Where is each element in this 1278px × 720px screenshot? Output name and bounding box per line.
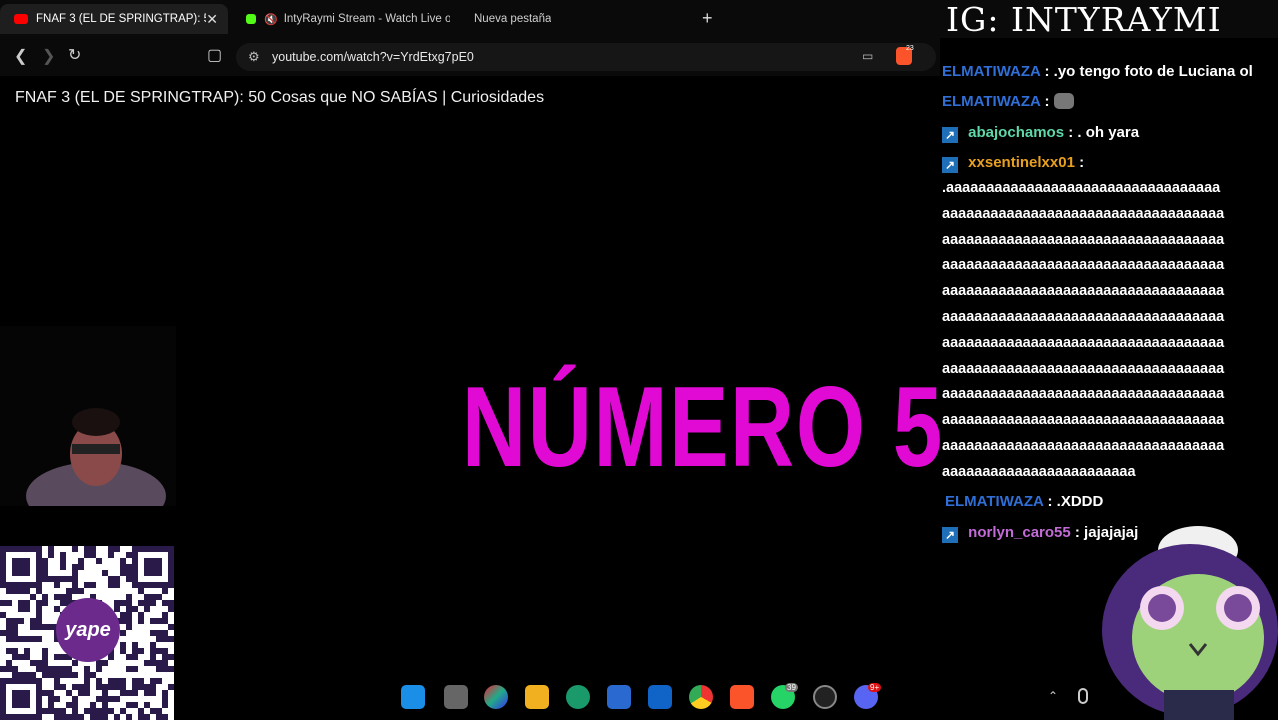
chat-text: : .yo tengo foto de Luciana ol	[1044, 63, 1253, 80]
task-view-icon[interactable]	[444, 685, 468, 709]
new-tab-icon[interactable]: +	[702, 8, 713, 29]
shield-count: 23	[906, 45, 914, 52]
chat-text: :	[1079, 154, 1085, 171]
discord-badge: 9+	[868, 683, 882, 692]
video-title: FNAF 3 (EL DE SPRINGTRAP): 50 Cosas que …	[15, 89, 545, 106]
obs-icon[interactable]	[813, 685, 837, 709]
chat-spam-line: aaaaaaaaaaaaaaaaaaaaaaaaaaaaaaaaaaa	[942, 360, 1225, 377]
video-overlay-text: NÚMERO 5	[462, 364, 944, 491]
tray-chevron-icon[interactable]: ⌃	[1048, 689, 1058, 703]
tab-label: FNAF 3 (EL DE SPRINGTRAP): 50	[36, 13, 207, 25]
youtube-icon	[14, 14, 28, 24]
kick-icon	[246, 14, 256, 24]
chat-username: ELMATIWAZA	[942, 93, 1041, 110]
whatsapp-badge: 39	[785, 683, 798, 692]
microphone-icon[interactable]	[1078, 688, 1088, 704]
tab-kick-stream[interactable]: 🔇 IntyRaymi Stream - Watch Live or	[232, 4, 450, 34]
webcam-feed	[0, 326, 176, 530]
chat-spam-line: aaaaaaaaaaaaaaaaaaaaaaaaaaaaaaaaaaa	[942, 386, 1225, 403]
reload-icon[interactable]: ↻	[68, 45, 81, 65]
chat-text: : . oh yara	[1068, 124, 1140, 141]
store-icon[interactable]	[607, 685, 631, 709]
url-text: youtube.com/watch?v=YrdEtxg7pE0	[272, 50, 474, 64]
site-settings-icon[interactable]: ⚙	[248, 49, 260, 65]
chat-spam-line: aaaaaaaaaaaaaaaaaaaaaaaaaaaaaaaaaaa	[942, 231, 1225, 248]
tab-new[interactable]: Nueva pestaña	[462, 4, 682, 34]
sub-badge-icon: ↗	[942, 127, 958, 143]
chat-spam-line: aaaaaaaaaaaaaaaaaaaaaaaaaaaaaaaaaaa	[942, 257, 1225, 274]
sub-badge-icon: ↗	[942, 157, 958, 173]
chat-spam-line: aaaaaaaaaaaaaaaaaaaaaaaaaaaaaaaaaaa	[942, 205, 1225, 222]
outlook-icon[interactable]	[648, 685, 672, 709]
sub-badge-icon: ↗	[942, 527, 958, 543]
chat-emote-icon	[1053, 93, 1074, 109]
chat-username: xxsentinelxx01	[968, 154, 1075, 171]
chat-username: ELMATIWAZA	[945, 493, 1044, 510]
bookmark-icon[interactable]: ▢	[207, 45, 222, 65]
tab-label: IntyRaymi Stream - Watch Live or	[283, 13, 450, 25]
cast-icon[interactable]: ▭	[862, 49, 873, 63]
chat-message: ↗ xxsentinelxx01 :	[942, 154, 1084, 173]
chat-spam-line: .aaaaaaaaaaaaaaaaaaaaaaaaaaaaaaaaaa	[942, 180, 1221, 196]
tab-label: Nueva pestaña	[474, 13, 552, 25]
chat-username: abajochamos	[968, 124, 1065, 141]
chat-message: ELMATIWAZA : .yo tengo foto de Luciana o…	[942, 63, 1253, 80]
chat-spam-line: aaaaaaaaaaaaaaaaaaaaaaaa	[942, 463, 1136, 480]
chat-text: : .XDDD	[1047, 493, 1104, 510]
chat-text: :	[1044, 93, 1050, 110]
address-bar[interactable]: ⚙ youtube.com/watch?v=YrdEtxg7pE0 ▭ 23	[236, 43, 936, 71]
edge-icon[interactable]	[566, 685, 590, 709]
tab-youtube-video[interactable]: FNAF 3 (EL DE SPRINGTRAP): 50 ✕	[0, 4, 228, 34]
muted-icon[interactable]: 🔇	[264, 13, 278, 26]
webcam-streamer-image	[26, 408, 166, 530]
brave-icon[interactable]	[730, 685, 754, 709]
back-icon[interactable]: ❮	[14, 46, 27, 66]
windows-start-icon[interactable]	[401, 685, 425, 709]
chat-username: norlyn_caro55	[968, 524, 1071, 541]
chat-message: ELMATIWAZA : .XDDD	[945, 493, 1103, 510]
chat-spam-line: aaaaaaaaaaaaaaaaaaaaaaaaaaaaaaaaaaa	[942, 283, 1225, 300]
copilot-icon[interactable]	[484, 685, 508, 709]
chat-spam-line: aaaaaaaaaaaaaaaaaaaaaaaaaaaaaaaaaaa	[942, 438, 1225, 454]
chat-spam-line: aaaaaaaaaaaaaaaaaaaaaaaaaaaaaaaaaaa	[942, 309, 1225, 325]
instagram-handle: IG: INTYRAYMI	[946, 0, 1222, 39]
chat-spam-line: aaaaaaaaaaaaaaaaaaaaaaaaaaaaaaaaaaa	[942, 334, 1225, 351]
file-explorer-icon[interactable]	[525, 685, 549, 709]
yape-logo: yape	[56, 598, 120, 662]
chat-username: ELMATIWAZA	[942, 63, 1041, 80]
forward-icon[interactable]: ❯	[42, 46, 55, 66]
chat-message: ↗ abajochamos : . oh yara	[942, 124, 1139, 143]
close-tab-icon[interactable]: ✕	[206, 11, 218, 28]
chrome-icon[interactable]	[689, 685, 713, 709]
chat-spam-line: aaaaaaaaaaaaaaaaaaaaaaaaaaaaaaaaaaa	[942, 412, 1225, 429]
chat-message: ELMATIWAZA :	[942, 93, 1074, 110]
